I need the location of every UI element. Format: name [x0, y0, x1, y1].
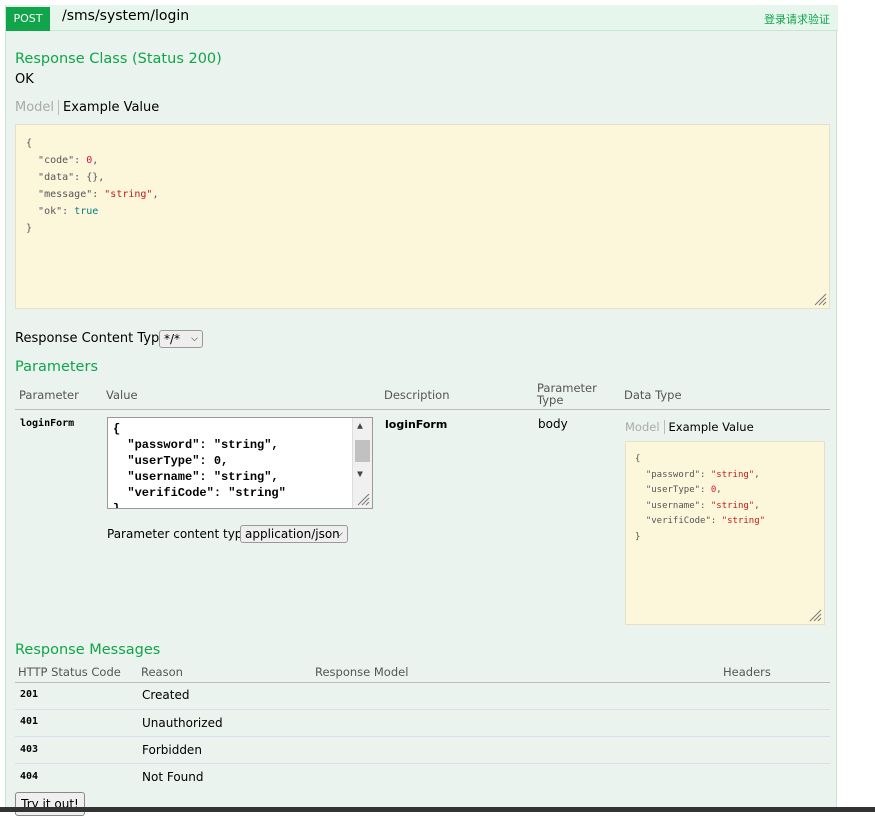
tab-example-value[interactable]: Example Value	[665, 420, 754, 434]
divider	[15, 709, 830, 710]
resize-grip-icon[interactable]	[808, 608, 822, 622]
status-reason: Created	[142, 688, 190, 702]
response-model-tabs: Model Example Value	[15, 100, 159, 115]
scroll-thumb[interactable]	[355, 440, 370, 462]
try-it-out-button[interactable]: Try it out!	[15, 792, 85, 816]
status-code: 403	[20, 744, 39, 755]
col-data-type: Data Type	[624, 388, 682, 402]
divider	[15, 409, 830, 410]
status-code: 201	[20, 689, 39, 700]
status-code: 401	[20, 716, 39, 727]
response-messages-heading: Response Messages	[15, 642, 161, 658]
status-reason: Forbidden	[142, 743, 202, 757]
response-example-code: { "code": 0, "data": {}, "message": "str…	[26, 138, 159, 234]
operation-panel: POST /sms/system/login 登录请求验证 Response C…	[5, 5, 838, 816]
resize-grip-icon[interactable]	[356, 492, 370, 506]
col-parameter: Parameter	[19, 388, 79, 402]
param-type: body	[538, 417, 568, 431]
bottom-bar	[0, 807, 875, 812]
status-reason: Unauthorized	[142, 716, 223, 730]
response-status-text: OK	[15, 72, 34, 87]
col-http-status: HTTP Status Code	[18, 665, 121, 679]
response-example-box: { "code": 0, "data": {}, "message": "str…	[15, 124, 830, 309]
status-code: 404	[20, 771, 39, 782]
col-parameter-type: Parameter Type	[537, 381, 597, 407]
tab-example-value[interactable]: Example Value	[59, 100, 159, 115]
response-content-type-select[interactable]: */* ⌵	[159, 330, 203, 348]
param-name: loginForm	[20, 418, 75, 429]
response-content-type-label: Response Content Type	[15, 331, 168, 346]
scroll-down-icon[interactable]: ▼	[357, 468, 363, 484]
code-line: }	[26, 223, 33, 234]
code-line: {	[26, 138, 33, 149]
param-example-code: { "password": "string", "userType": 0, "…	[635, 454, 766, 542]
operation-header[interactable]: POST /sms/system/login 登录请求验证	[6, 5, 838, 31]
response-class-heading: Response Class (Status 200)	[15, 51, 222, 67]
param-value-textarea[interactable]: { "password": "string", "userType": 0, "…	[107, 417, 373, 509]
col-response-model: Response Model	[315, 665, 409, 679]
col-value: Value	[106, 388, 138, 402]
http-method-badge[interactable]: POST	[6, 7, 50, 31]
col-description: Description	[384, 388, 450, 402]
tab-model[interactable]: Model	[625, 420, 665, 434]
col-reason: Reason	[141, 665, 183, 679]
endpoint-path[interactable]: /sms/system/login	[62, 8, 189, 24]
param-example-box: { "password": "string", "userType": 0, "…	[625, 441, 825, 625]
divider	[15, 763, 830, 764]
parameters-heading: Parameters	[15, 359, 98, 375]
resize-grip-icon[interactable]	[813, 292, 827, 306]
scroll-up-icon[interactable]: ▲	[357, 420, 363, 436]
divider	[15, 682, 830, 683]
endpoint-summary[interactable]: 登录请求验证	[764, 11, 830, 27]
chevron-down-icon: ⌵	[336, 529, 343, 539]
select-value: application/json	[245, 527, 340, 541]
param-content-type-label: Parameter content type:	[107, 527, 254, 541]
tab-model[interactable]: Model	[15, 100, 60, 115]
chevron-down-icon: ⌵	[191, 334, 198, 344]
param-content-type-select[interactable]: application/json ⌵	[240, 525, 348, 543]
col-headers: Headers	[723, 665, 771, 679]
select-value: */*	[164, 332, 181, 346]
status-reason: Not Found	[142, 770, 204, 784]
divider	[15, 736, 830, 737]
param-model-tabs: Model Example Value	[625, 420, 754, 434]
param-description: loginForm	[385, 418, 448, 431]
param-value-text: { "password": "string", "userType": 0, "…	[113, 422, 286, 509]
